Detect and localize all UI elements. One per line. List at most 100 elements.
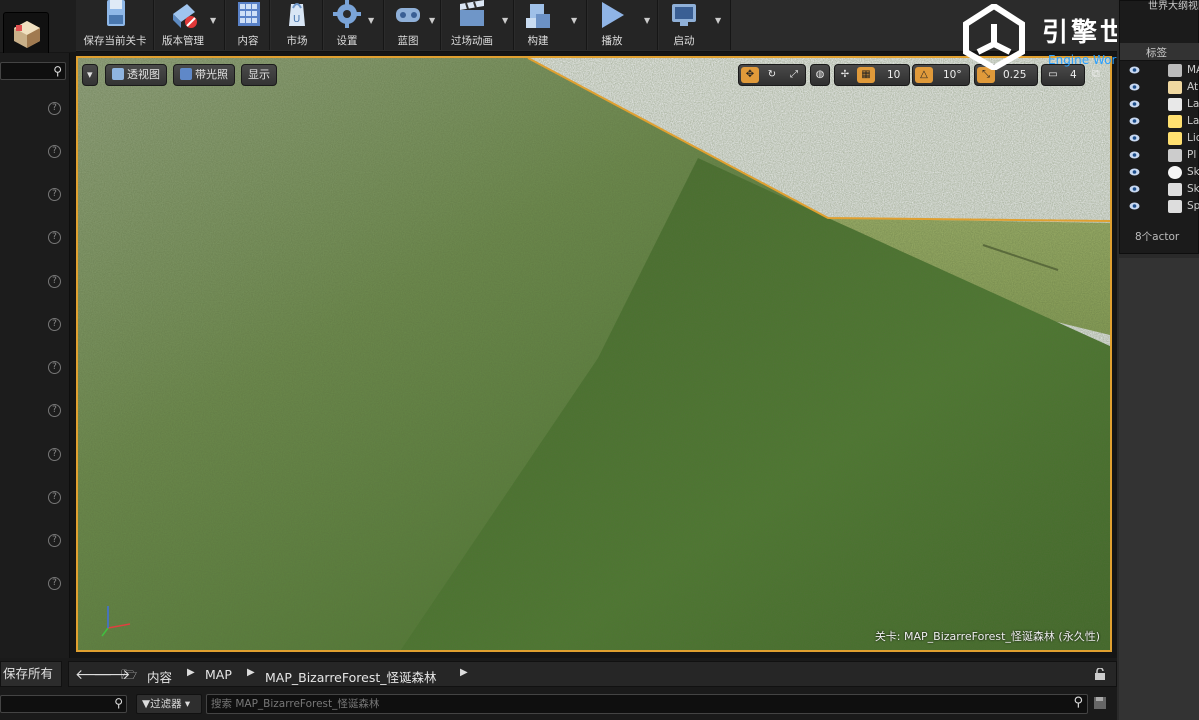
build-icon bbox=[526, 4, 550, 28]
visibility-eye-icon[interactable] bbox=[1129, 168, 1140, 176]
right-panel: 世界大纲视图 标签 MAP At La La Lic Pl Sk Sk Sp 8个actor bbox=[1117, 0, 1199, 720]
toolbar-group-settings: 设置 ▼ bbox=[324, 0, 384, 50]
visibility-eye-icon[interactable] bbox=[1129, 202, 1140, 210]
view-mode-perspective-button[interactable]: 透视图 bbox=[105, 64, 167, 86]
content-button[interactable]: 内容 bbox=[226, 0, 270, 50]
source-control-dropdown-arrow[interactable]: ▼ bbox=[210, 16, 220, 26]
content-browser-navbar: 🡐 🡒 🗁 内容 ▶ MAP ▶ MAP_BizarreForest_怪诞森林 … bbox=[68, 661, 1117, 687]
translate-icon[interactable]: ✥ bbox=[741, 67, 759, 83]
outliner-column-header[interactable]: 标签 bbox=[1120, 43, 1199, 61]
asset-search-box: ⚲ bbox=[206, 694, 1088, 714]
blueprints-button[interactable]: 蓝图 bbox=[385, 0, 431, 50]
view-mode-lit-button[interactable]: 带光照 bbox=[173, 64, 235, 86]
grid-snap-value[interactable]: 10 bbox=[887, 67, 900, 83]
breadcrumb-map[interactable]: MAP bbox=[205, 667, 232, 682]
play-icon bbox=[602, 2, 624, 28]
world-local-toggle[interactable]: ◍ bbox=[810, 64, 830, 86]
rotate-icon[interactable]: ↻ bbox=[763, 67, 781, 83]
world-outliner: 世界大纲视图 标签 MAP At La La Lic Pl Sk Sk Sp 8个actor bbox=[1119, 0, 1199, 254]
surface-snap-icon[interactable]: ✢ bbox=[836, 67, 854, 83]
outliner-row[interactable]: Sp bbox=[1120, 198, 1199, 215]
outliner-row[interactable]: La bbox=[1120, 96, 1199, 113]
help-icon[interactable]: ? bbox=[48, 102, 61, 115]
scale-snap-icon[interactable]: ⤡ bbox=[977, 67, 995, 83]
rotation-snap-value[interactable]: 10° bbox=[943, 67, 962, 83]
place-mode-button[interactable] bbox=[3, 12, 49, 58]
help-icon[interactable]: ? bbox=[48, 145, 61, 158]
source-control-button[interactable]: 版本管理 bbox=[155, 0, 211, 50]
save-search-icon[interactable] bbox=[1093, 696, 1107, 710]
help-icon[interactable]: ? bbox=[48, 231, 61, 244]
outliner-row[interactable]: MAP bbox=[1120, 62, 1199, 79]
sphere-reflection-icon bbox=[1168, 200, 1182, 213]
outliner-row[interactable]: Pl bbox=[1120, 147, 1199, 164]
asset-search-input[interactable] bbox=[207, 695, 1057, 713]
play-dropdown-arrow[interactable]: ▼ bbox=[644, 16, 654, 26]
scale-icon[interactable]: ⤢ bbox=[785, 67, 803, 83]
breadcrumb-separator-icon[interactable]: ▶ bbox=[247, 667, 255, 678]
details-panel bbox=[1119, 258, 1199, 720]
launch-button[interactable]: 启动 bbox=[659, 0, 709, 50]
help-icon[interactable]: ? bbox=[48, 404, 61, 417]
visibility-eye-icon[interactable] bbox=[1129, 134, 1140, 142]
help-icon[interactable]: ? bbox=[48, 361, 61, 374]
build-dropdown-arrow[interactable]: ▼ bbox=[571, 16, 581, 26]
help-icon[interactable]: ? bbox=[48, 534, 61, 547]
settings-dropdown-arrow[interactable]: ▼ bbox=[368, 16, 378, 26]
blueprints-dropdown-arrow[interactable]: ▼ bbox=[429, 16, 439, 26]
visibility-eye-icon[interactable] bbox=[1129, 100, 1140, 108]
rotation-snap-controls: △ 10° bbox=[912, 64, 970, 86]
visibility-eye-icon[interactable] bbox=[1129, 185, 1140, 193]
toolbar-group-content: 内容 bbox=[226, 0, 270, 50]
landscape-scene bbox=[78, 58, 1110, 650]
level-viewport[interactable]: ▾ 透视图 带光照 显示 ✥ ↻ ⤢ ◍ ✢ ▦ 10 △ 10° ⤡ 0.25… bbox=[76, 56, 1112, 652]
help-icon[interactable]: ? bbox=[48, 491, 61, 504]
chevron-down-icon: ▾ bbox=[87, 68, 93, 81]
scale-snap-value[interactable]: 0.25 bbox=[1003, 67, 1026, 83]
skylight-icon bbox=[1168, 183, 1182, 196]
help-icon[interactable]: ? bbox=[48, 577, 61, 590]
cinematics-dropdown-arrow[interactable]: ▼ bbox=[502, 16, 512, 26]
filters-button[interactable]: ▼过滤器 ▾ bbox=[136, 694, 202, 714]
perspective-icon bbox=[112, 68, 124, 80]
cinematics-button[interactable]: 过场动画 bbox=[442, 0, 502, 50]
breadcrumb-separator-icon[interactable]: ▶ bbox=[187, 667, 195, 678]
outliner-row[interactable]: Sk bbox=[1120, 164, 1199, 181]
marketplace-button[interactable]: U 市场 bbox=[271, 0, 323, 50]
help-icon[interactable]: ? bbox=[48, 448, 61, 461]
breadcrumb-bizarre-forest[interactable]: MAP_BizarreForest_怪诞森林 bbox=[265, 667, 436, 686]
visibility-eye-icon[interactable] bbox=[1129, 151, 1140, 159]
settings-button[interactable]: 设置 bbox=[324, 0, 370, 50]
globe-icon: ◍ bbox=[815, 69, 825, 80]
left-search-box[interactable]: ⚲ bbox=[0, 62, 66, 80]
visibility-eye-icon[interactable] bbox=[1129, 117, 1140, 125]
help-icon[interactable]: ? bbox=[48, 275, 61, 288]
search-icon[interactable]: ⚲ bbox=[1073, 695, 1083, 710]
outliner-row[interactable]: At bbox=[1120, 79, 1199, 96]
breadcrumb-separator-icon[interactable]: ▶ bbox=[460, 667, 468, 678]
help-icon[interactable]: ? bbox=[48, 188, 61, 201]
maximize-viewport-icon[interactable]: ⧉ bbox=[1092, 67, 1100, 81]
show-menu-button[interactable]: 显示 bbox=[241, 64, 277, 86]
save-all-button[interactable]: 保存所有 bbox=[0, 661, 62, 687]
toolbar-group-source: 版本管理 ▼ bbox=[155, 0, 225, 50]
search-icon: ⚲ bbox=[53, 64, 62, 78]
launch-dropdown-arrow[interactable]: ▼ bbox=[715, 16, 725, 26]
outliner-row[interactable]: La bbox=[1120, 113, 1199, 130]
grid-snap-icon[interactable]: ▦ bbox=[857, 67, 875, 83]
lock-icon[interactable] bbox=[1094, 668, 1106, 680]
help-icon[interactable]: ? bbox=[48, 318, 61, 331]
build-button[interactable]: 构建 bbox=[515, 0, 561, 50]
viewport-options-button[interactable]: ▾ bbox=[82, 64, 98, 86]
outliner-row[interactable]: Lic bbox=[1120, 130, 1199, 147]
breadcrumb-content[interactable]: 内容 bbox=[147, 667, 172, 686]
folder-search-box[interactable]: ⚲ bbox=[0, 695, 127, 713]
outliner-row[interactable]: Sk bbox=[1120, 181, 1199, 198]
save-current-level-button[interactable]: 保存当前关卡 bbox=[76, 0, 154, 50]
rotation-snap-icon[interactable]: △ bbox=[915, 67, 933, 83]
play-button[interactable]: 播放 bbox=[588, 0, 636, 50]
visibility-eye-icon[interactable] bbox=[1129, 83, 1140, 91]
scale-snap-controls: ⤡ 0.25 bbox=[974, 64, 1038, 86]
camera-speed-control[interactable]: ▭ 4 bbox=[1041, 64, 1085, 86]
visibility-eye-icon[interactable] bbox=[1129, 66, 1140, 74]
